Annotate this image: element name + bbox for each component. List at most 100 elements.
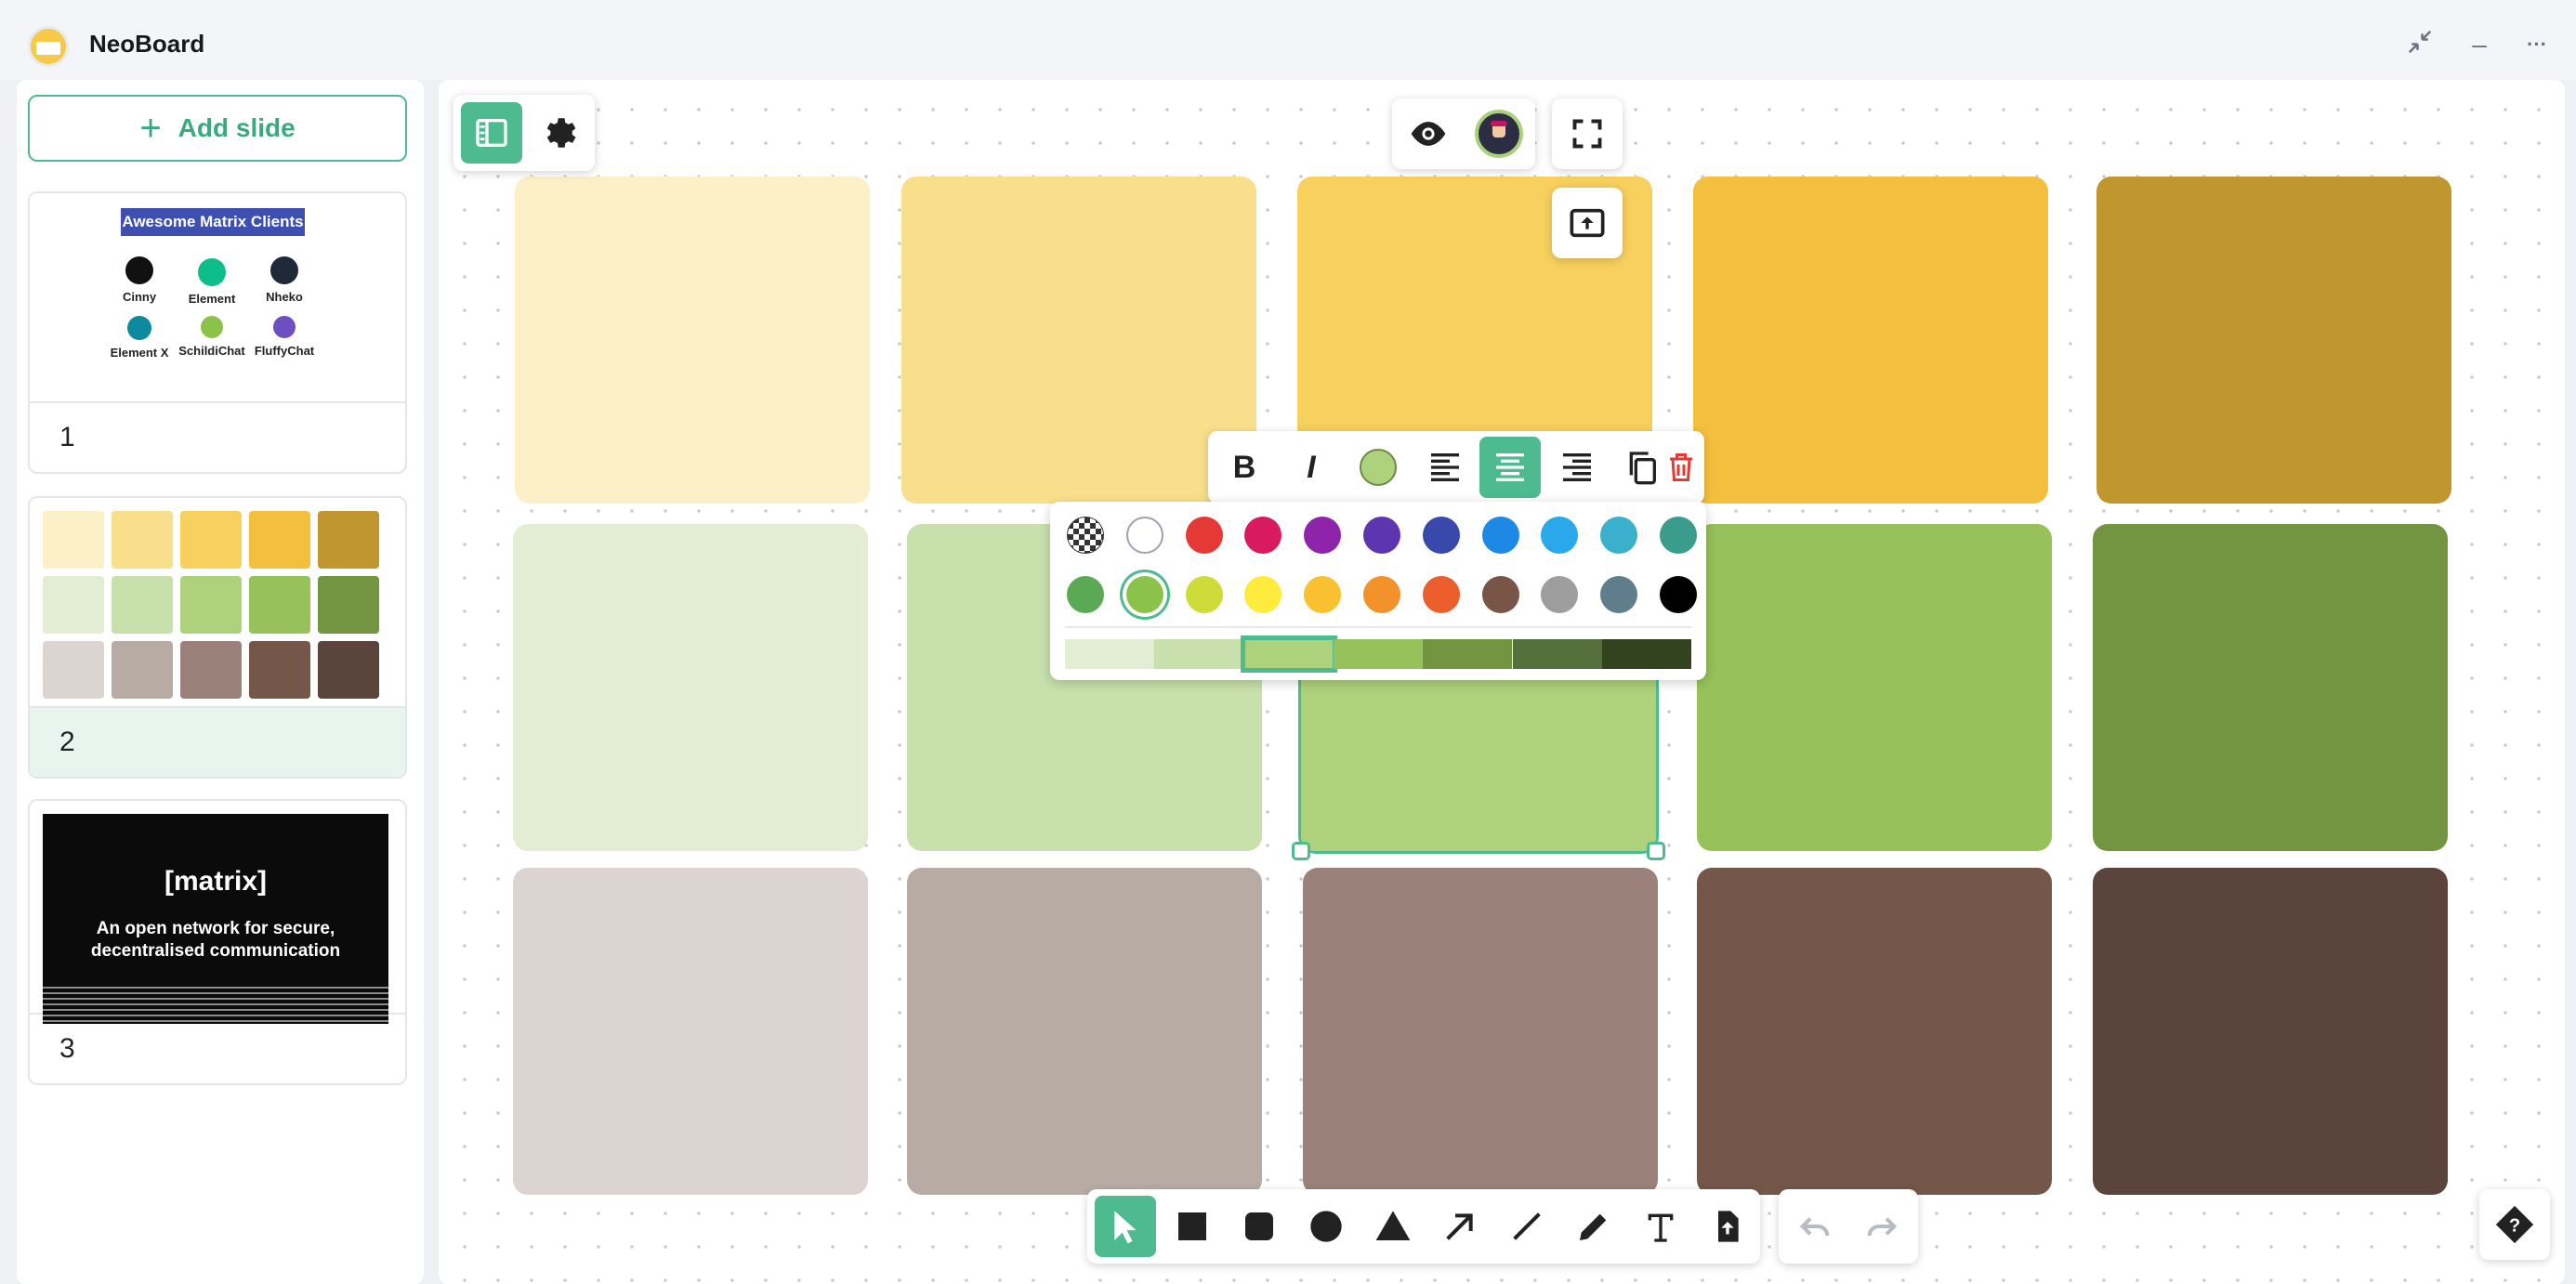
shade-option[interactable] <box>1065 639 1155 669</box>
svg-text:?: ? <box>2509 1215 2520 1236</box>
color-option[interactable] <box>1125 576 1163 613</box>
color-swatch-r2-c4[interactable] <box>1697 524 2052 851</box>
color-option[interactable] <box>1363 576 1400 613</box>
rectangle-tool-icon[interactable] <box>1162 1196 1223 1257</box>
slide-thumbnail-2[interactable]: 2 <box>28 496 407 779</box>
color-swatch-r1-c4[interactable] <box>1693 177 2048 504</box>
redo-icon[interactable] <box>1851 1196 1912 1257</box>
color-option[interactable] <box>1363 517 1400 554</box>
color-swatch-r1-c2[interactable] <box>901 177 1256 504</box>
slide-preview: Awesome Matrix Clients Cinny Element Nhe… <box>30 193 405 403</box>
color-option[interactable] <box>1185 517 1223 554</box>
color-option[interactable] <box>1244 576 1282 613</box>
picker-divider <box>1065 626 1691 628</box>
shade-option[interactable] <box>1240 635 1337 673</box>
toggle-slides-icon[interactable] <box>461 102 522 164</box>
shade-option[interactable] <box>1423 639 1513 669</box>
thumb-swatch <box>318 511 379 569</box>
circle-tool-icon[interactable] <box>1295 1196 1357 1257</box>
matrix-thumb: [matrix] An open network for secure, dec… <box>43 814 388 1024</box>
settings-icon[interactable] <box>528 102 589 164</box>
eye-icon[interactable] <box>1398 103 1459 164</box>
align-center-icon[interactable] <box>1479 437 1541 498</box>
thumb-swatch <box>112 576 173 634</box>
color-swatch-r3-c1[interactable] <box>513 868 868 1195</box>
color-swatch-r3-c4[interactable] <box>1697 868 2052 1195</box>
color-option[interactable] <box>1541 576 1579 613</box>
triangle-tool-icon[interactable] <box>1362 1196 1424 1257</box>
thumb-swatch <box>112 511 173 569</box>
align-right-icon[interactable] <box>1546 437 1608 498</box>
user-avatar[interactable] <box>1468 103 1530 164</box>
resize-handle[interactable] <box>1647 842 1665 860</box>
slides-sidebar: + Add slide Awesome Matrix Clients Cinny… <box>17 80 424 1284</box>
thumb-swatch <box>180 576 242 634</box>
bold-button[interactable]: B <box>1214 437 1275 498</box>
thumb-swatch <box>249 641 310 699</box>
color-option[interactable] <box>1304 576 1342 613</box>
element-toolbar: B I <box>1208 431 1704 504</box>
thumb-swatch <box>180 511 242 569</box>
delete-icon[interactable] <box>1650 437 1712 498</box>
minimize-button[interactable]: – <box>2463 28 2496 61</box>
shade-option[interactable] <box>1154 639 1244 669</box>
history-toolbar <box>1779 1189 1918 1264</box>
align-left-icon[interactable] <box>1414 437 1476 498</box>
wave-decoration <box>43 987 388 1024</box>
color-option[interactable] <box>1244 517 1282 554</box>
color-option[interactable] <box>1481 576 1519 613</box>
transparent-color-option[interactable] <box>1067 517 1104 554</box>
color-option[interactable] <box>1185 576 1223 613</box>
slide-thumbnail-3[interactable]: [matrix] An open network for secure, dec… <box>28 799 407 1085</box>
color-option[interactable] <box>1541 517 1579 554</box>
color-option[interactable] <box>1660 517 1697 554</box>
color-option[interactable] <box>1067 576 1104 613</box>
collapse-icon[interactable] <box>2403 28 2437 61</box>
thumb-color-grid <box>43 511 379 699</box>
color-option[interactable] <box>1660 576 1697 613</box>
rounded-rectangle-tool-icon[interactable] <box>1229 1196 1290 1257</box>
client-nheko: Nheko <box>240 256 329 304</box>
fill-color-button[interactable] <box>1347 437 1409 498</box>
client-fluffychat: FluffyChat <box>240 316 329 358</box>
present-button[interactable] <box>1552 188 1623 258</box>
add-slide-label: Add slide <box>177 113 296 142</box>
select-tool-icon[interactable] <box>1095 1196 1156 1257</box>
resize-handle[interactable] <box>1292 842 1310 860</box>
color-option[interactable] <box>1481 517 1519 554</box>
color-option[interactable] <box>1422 517 1460 554</box>
color-swatch-r3-c2[interactable] <box>907 868 1262 1195</box>
matrix-logo: [matrix] <box>164 866 268 897</box>
plus-icon: + <box>139 108 162 149</box>
thumb-subtitle-2: decentralised communication <box>90 941 341 961</box>
color-swatch-r2-c1[interactable] <box>513 524 868 851</box>
color-option[interactable] <box>1125 517 1163 554</box>
color-swatch-r1-c1[interactable] <box>515 177 870 504</box>
fullscreen-button[interactable] <box>1552 98 1623 169</box>
help-button[interactable]: ? <box>2479 1189 2550 1260</box>
shade-option[interactable] <box>1333 639 1424 669</box>
color-option[interactable] <box>1600 576 1638 613</box>
add-slide-button[interactable]: + Add slide <box>28 95 407 162</box>
arrow-tool-icon[interactable] <box>1429 1196 1491 1257</box>
slide-thumbnail-1[interactable]: Awesome Matrix Clients Cinny Element Nhe… <box>28 191 407 474</box>
color-swatch-r3-c5[interactable] <box>2093 868 2448 1195</box>
color-option[interactable] <box>1304 517 1342 554</box>
text-tool-icon[interactable] <box>1630 1196 1691 1257</box>
more-button[interactable]: ··· <box>2520 28 2554 61</box>
color-option[interactable] <box>1422 576 1460 613</box>
shade-option[interactable] <box>1601 639 1692 669</box>
upload-tool-icon[interactable] <box>1697 1196 1758 1257</box>
undo-icon[interactable] <box>1784 1196 1846 1257</box>
pencil-tool-icon[interactable] <box>1563 1196 1624 1257</box>
app-title: NeoBoard <box>89 30 205 58</box>
color-option[interactable] <box>1600 517 1638 554</box>
color-swatch-r1-c5[interactable] <box>2096 177 2451 504</box>
line-tool-icon[interactable] <box>1496 1196 1557 1257</box>
shade-option[interactable] <box>1512 639 1602 669</box>
color-swatch-r2-c5[interactable] <box>2093 524 2448 851</box>
color-picker <box>1050 502 1706 680</box>
italic-button[interactable]: I <box>1281 437 1342 498</box>
color-swatch-r3-c3[interactable] <box>1303 868 1658 1195</box>
whiteboard-canvas[interactable]: B I ? <box>439 80 2565 1284</box>
